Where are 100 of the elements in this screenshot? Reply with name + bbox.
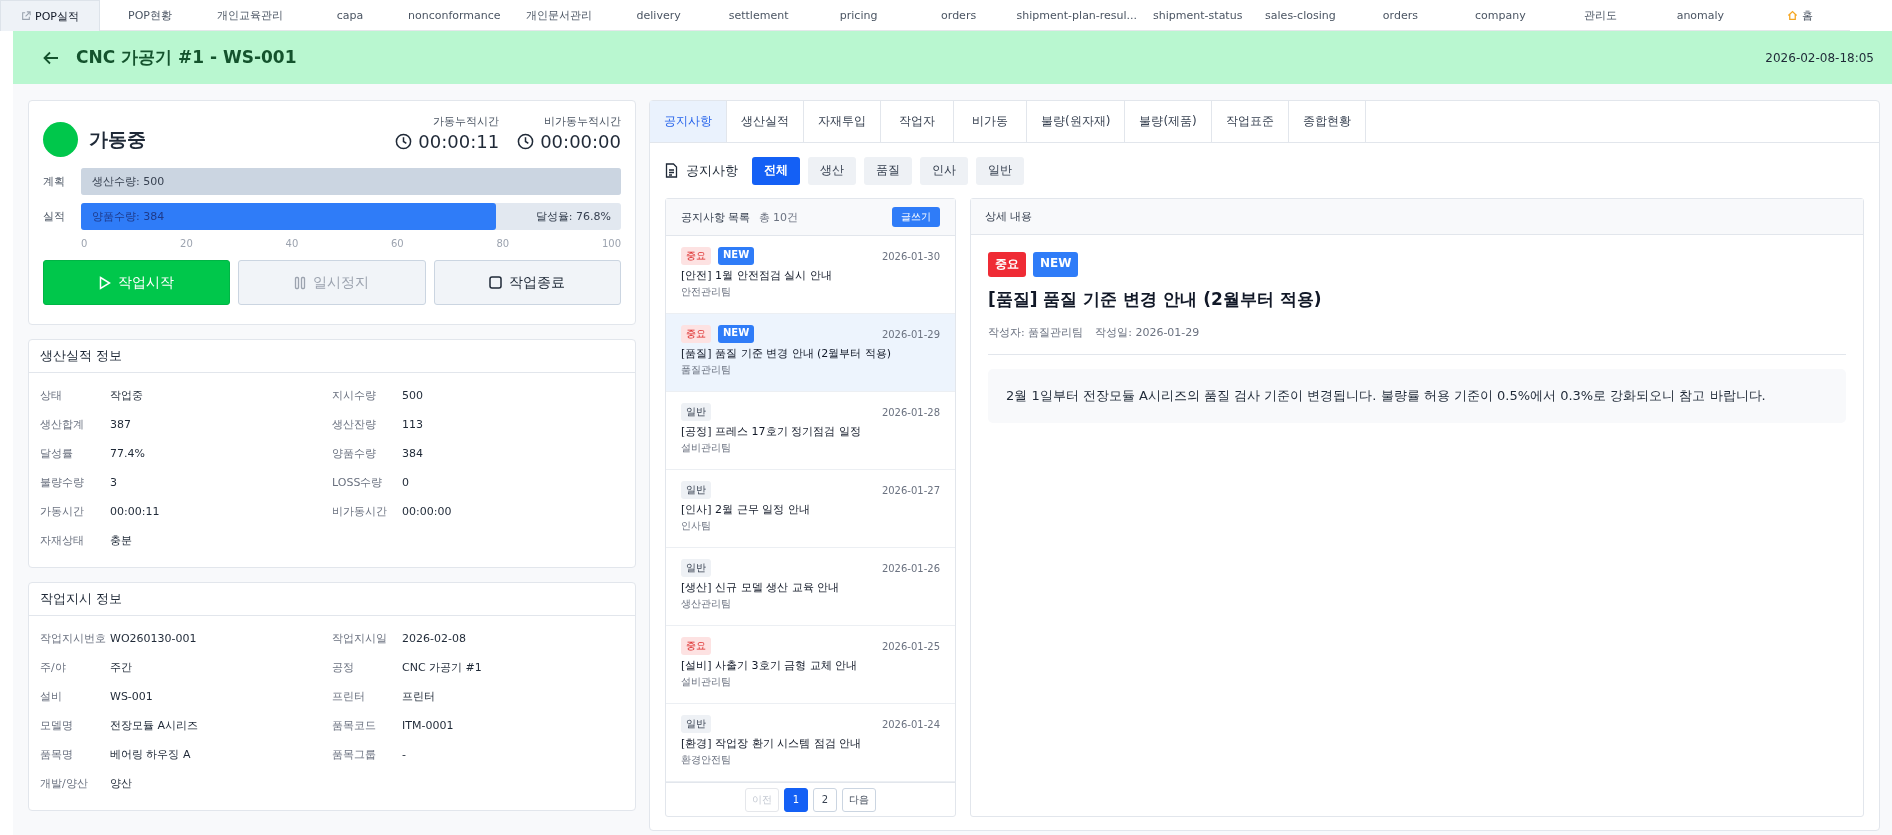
play-icon (99, 275, 112, 290)
notice-team: 안전관리팀 (681, 285, 732, 299)
notice-date: 2026-01-28 (881, 406, 940, 418)
field-label: 달성률 (40, 446, 74, 461)
notice-title: [안전] 1월 안전점검 실시 안내 (681, 268, 833, 283)
notice-item[interactable]: 일반 2026-01-24 [환경] 작업장 환기 시스템 점검 안내 환경안전팀 (666, 704, 955, 782)
panel-tab[interactable]: 비가동 (954, 101, 1027, 142)
list-count: 총 10건 (758, 209, 799, 225)
page-button[interactable]: 2 (813, 787, 837, 812)
tag: 중요 (988, 252, 1026, 277)
notice-item[interactable]: 중요 NEW 2026-01-29 [품질] 품질 기준 변경 안내 (2월부터 적용) 품질관리팀 (666, 314, 955, 392)
nav-tab[interactable]: POP실적 (0, 0, 100, 31)
tag: NEW (718, 247, 755, 265)
timer-label: 가동누적시간 (433, 114, 500, 129)
field-value: 베어링 하우징 A (110, 747, 191, 762)
field-label: 가동시간 (40, 504, 85, 519)
field-value: 주간 (110, 660, 132, 675)
field-label: 프린터 (332, 689, 366, 704)
timer-value: 00:00:00 (540, 131, 621, 152)
clock-icon (395, 133, 413, 150)
panel-tab[interactable]: 작업자 (881, 101, 954, 142)
notice-item[interactable]: 중요 2026-01-25 [설비] 사출기 3호기 금형 교체 안내 설비관리팀 (666, 626, 955, 704)
field-label: 주/야 (40, 660, 67, 675)
notice-heading: [품질] 품질 기준 변경 안내 (2월부터 적용) (988, 288, 1323, 311)
field-label: 생산합계 (40, 417, 85, 432)
field-label: 개발/양산 (40, 776, 89, 791)
notice-title: [환경] 작업장 환기 시스템 점검 안내 (681, 736, 863, 751)
field-label: 모델명 (40, 718, 74, 733)
filter-button[interactable]: 전체 (752, 156, 800, 185)
field-label: 불량수량 (40, 475, 85, 490)
notice-team: 생산관리팀 (681, 597, 732, 611)
panel-tab[interactable]: 공지사항 (650, 101, 727, 142)
field-label: 상태 (40, 388, 63, 403)
notice-date: 2026-01-25 (881, 640, 940, 652)
field-value: 전장모듈 A시리즈 (110, 718, 199, 733)
panel-tab[interactable]: 생산실적 (727, 101, 804, 142)
home-icon (1787, 9, 1799, 21)
field-label: 양품수량 (332, 446, 377, 461)
detail-header: 상세 내용 (985, 209, 1033, 224)
section-title: 공지사항 (686, 161, 738, 180)
field-label: 작업지시일 (332, 631, 388, 646)
status-label: 가동중 (89, 126, 146, 152)
filter-button[interactable]: 일반 (976, 156, 1024, 185)
tag: 중요 (681, 325, 711, 343)
notice-item[interactable]: 일반 2026-01-26 [생산] 신규 모델 생산 교육 안내 생산관리팀 (666, 548, 955, 626)
notice-date: 2026-01-24 (881, 718, 940, 730)
tag: NEW (718, 325, 755, 343)
page-button[interactable]: 다음 (842, 787, 876, 812)
filter-button[interactable]: 인사 (920, 156, 968, 185)
notice-item[interactable]: 일반 2026-01-28 [공정] 프레스 17호기 정기점검 일정 설비관리팀 (666, 392, 955, 470)
date-text: 작성일: 2026-01-29 (1095, 325, 1200, 340)
pause-icon (294, 275, 307, 290)
axis-tick: 20 (180, 237, 193, 249)
field-value: 00:00:11 (110, 505, 160, 518)
field-value: 387 (110, 418, 131, 431)
tag: 중요 (681, 247, 711, 265)
field-label: 비가동시간 (332, 504, 388, 519)
axis-tick: 80 (496, 237, 510, 249)
panel-tab[interactable]: 불량(원자재) (1027, 101, 1126, 142)
axis-tick: 60 (391, 237, 404, 249)
back-arrow-icon[interactable] (43, 50, 59, 65)
notice-team: 품질관리팀 (681, 363, 732, 377)
notice-item[interactable]: 일반 2026-01-27 [인사] 2월 근무 일정 안내 인사팀 (666, 470, 955, 548)
panel-tab[interactable]: 불량(제품) (1125, 101, 1212, 142)
panel-tab[interactable]: 종합현황 (1288, 101, 1366, 142)
field-value: 3 (110, 476, 117, 489)
notice-title: [생산] 신규 모델 생산 교육 안내 (681, 580, 841, 595)
tag: 일반 (681, 481, 711, 499)
field-label: 품목코드 (332, 718, 377, 733)
bar-text: 양품수량: 384 (92, 209, 165, 224)
filter-button[interactable]: 생산 (808, 156, 856, 185)
field-label: 자재상태 (40, 533, 85, 548)
field-value: - (402, 748, 406, 761)
write-button[interactable]: 글쓰기 (892, 207, 940, 227)
panel-tab[interactable]: 작업표준 (1211, 101, 1289, 142)
notice-title: [설비] 사출기 3호기 금형 교체 안내 (681, 658, 859, 673)
rate-text: 달성율: 76.8% (535, 209, 611, 224)
panel-tab[interactable]: 자재투입 (804, 101, 881, 142)
page-button[interactable]: 1 (784, 787, 808, 812)
list-title: 공지사항 목록 (681, 209, 751, 225)
field-value: 77.4% (110, 447, 145, 460)
field-value: CNC 가공기 #1 (402, 660, 482, 675)
card-title: 생산실적 정보 (40, 347, 123, 365)
axis-tick: 40 (285, 237, 299, 249)
notice-team: 환경안전팀 (681, 753, 732, 767)
stop-icon (489, 276, 503, 289)
action-button[interactable]: 작업종료 (433, 260, 621, 305)
filter-button[interactable]: 품질 (864, 156, 912, 185)
author-text: 작성자: 품질관리팀 (988, 325, 1084, 340)
notice-date: 2026-01-26 (881, 562, 940, 574)
field-label: 작업지시번호 (40, 631, 107, 646)
field-value: WS-001 (110, 690, 153, 703)
notice-date: 2026-01-27 (881, 484, 940, 496)
notice-date: 2026-01-29 (881, 328, 940, 340)
timer-value: 00:00:11 (418, 131, 500, 152)
field-label: 품목그룹 (332, 747, 377, 762)
field-value: 384 (402, 447, 423, 460)
notice-content: 2월 1일부터 전장모듈 A시리즈의 품질 검사 기준이 변경됩니다. 불량률 허용 기준이 0.5%에서 0.3%로 강화되오니 참고 바랍니다. (988, 369, 1846, 423)
document-icon (665, 163, 678, 178)
external-link-icon (21, 11, 32, 21)
